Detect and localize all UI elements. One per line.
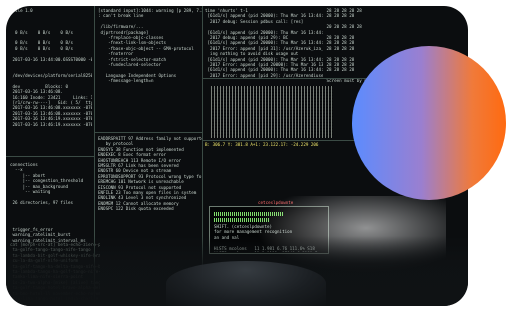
compiler-warning-pane: [standard input]:1044: warning [p 289, 7… — [98, 8, 202, 84]
pane-divider-left-h — [6, 156, 94, 157]
binary-matrix-visual — [211, 86, 333, 138]
errno-list-pane: EADDRSPAITT 97 Address family not suppor… — [98, 136, 202, 212]
stat-output-pane: ifile 1.0 0 B/s 0 B/s 0 B/s 0 B/s 0 B/s … — [10, 8, 92, 127]
log-append-pane: time 'nhurts' t-1 [61d1/s] append (pid 2… — [205, 8, 323, 78]
tree-output-pane: connections --x |-- abort |-- congestion… — [10, 162, 86, 243]
gradient-circle-decoration — [352, 46, 506, 200]
monitor-stand — [166, 261, 326, 306]
pane-divider-center-h — [94, 132, 202, 133]
coordinates-readout: B: 306.7 Y: 381.8 A+1: 23.122.17: -24.22… — [205, 142, 319, 147]
